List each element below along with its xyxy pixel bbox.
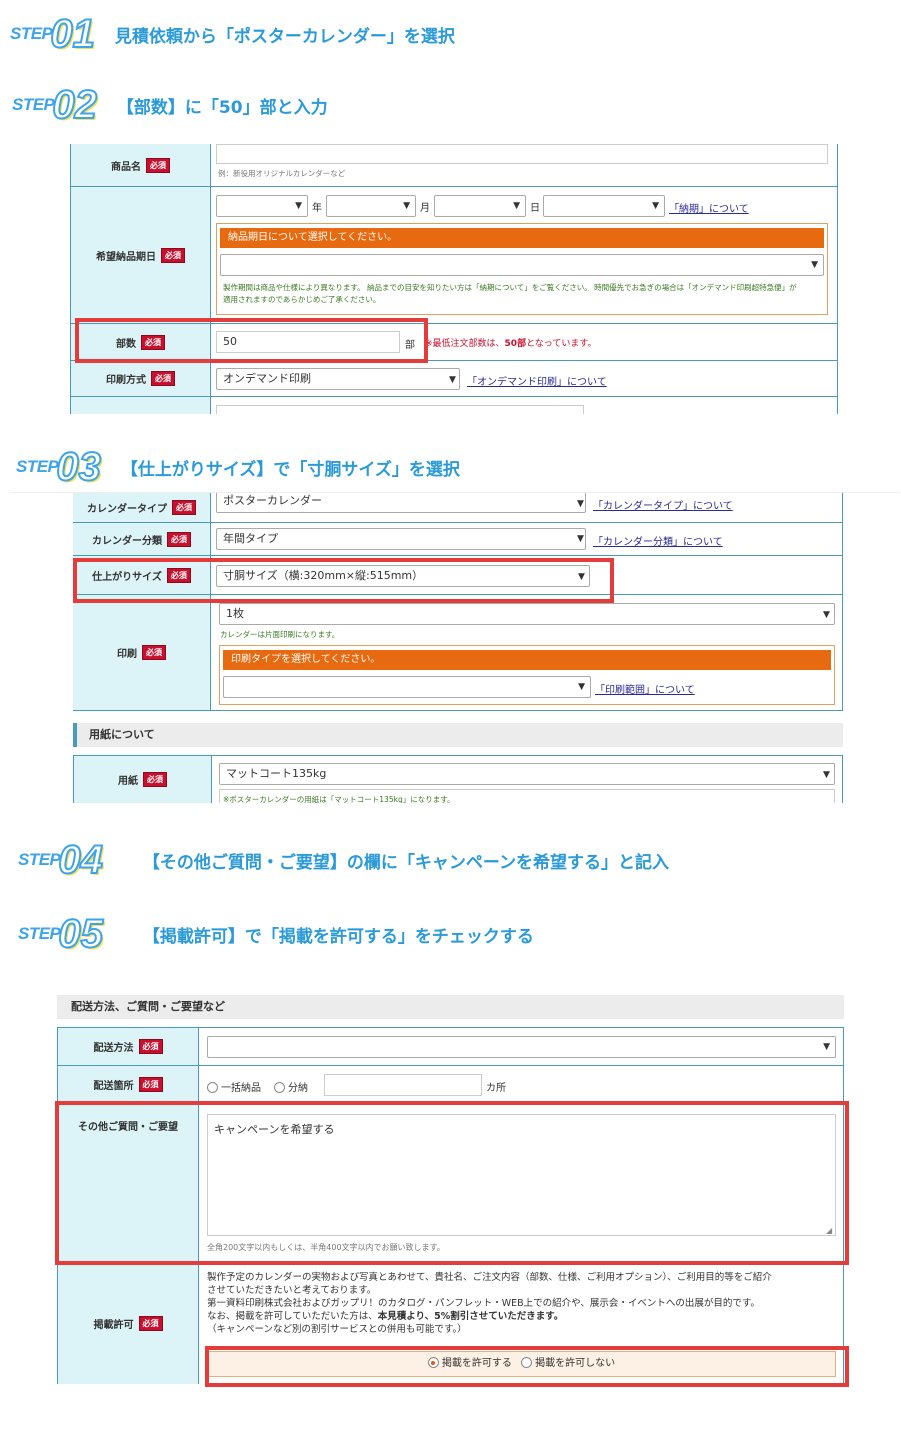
delivery-note-line2: 適用されますのであらかじめご了承ください。 (223, 295, 381, 304)
print-range-select[interactable]: ▼ (223, 676, 591, 698)
paper-note: ※ポスターカレンダーの用紙は「マットコート135kg」になります。 (223, 795, 455, 803)
radio-icon (207, 1082, 218, 1093)
delivery-date-select[interactable]: ▼ (220, 254, 824, 276)
step-5-heading: STEP 05 【掲載許可】で「掲載を許可する」をチェックする (18, 912, 534, 956)
day-label: 日 (530, 203, 540, 214)
row-shipping-destinations: 配送箇所 必須 一括納品 分納 カ所 (58, 1066, 843, 1104)
row-print-method: 印刷方式 必須 オンデマンド印刷 ▼ 「オンデマンド印刷」について (71, 361, 837, 397)
step-3-title: 【仕上がりサイズ】で「寸胴サイズ」を選択 (120, 459, 460, 480)
step-3-heading: STEP 03 【仕上がりサイズ】で「寸胴サイズ」を選択 (16, 445, 460, 489)
destination-count-input[interactable] (324, 1074, 482, 1096)
chevron-down-icon: ▼ (513, 201, 520, 211)
highlight-permission (205, 1346, 849, 1387)
paper-section-heading: 用紙について (73, 723, 843, 747)
destination-unit: カ所 (486, 1083, 506, 1094)
cut-off-row (71, 397, 211, 414)
year-label: 年 (312, 203, 322, 214)
label-permission: 掲載許可 必須 (58, 1263, 199, 1384)
form-panel-quantity: 商品名 必須 例：新役用オリジナルカレンダーなど 希望納品期日 必須 ▼ 年 ▼ 月… (70, 144, 838, 414)
chevron-down-icon: ▼ (823, 1042, 830, 1052)
step-2-word: STEP (12, 95, 55, 114)
year-select[interactable]: ▼ (216, 195, 308, 217)
chevron-down-icon: ▼ (823, 610, 830, 620)
step-5-word: STEP (18, 924, 61, 943)
step-5-number: 05 (57, 912, 103, 956)
print-note: カレンダーは片面印刷になります。 (220, 630, 340, 639)
step-2-heading: STEP 02 【部数】に「50」部と入力 (12, 83, 328, 127)
calendar-class-link[interactable]: 「カレンダー分類」について (593, 533, 723, 548)
highlight-questions (55, 1101, 849, 1265)
step-2-title: 【部数】に「50」部と入力 (116, 97, 328, 118)
calendar-type-link[interactable]: 「カレンダータイプ」について (593, 497, 733, 512)
row-calendar-class: カレンダー分類 必須 年間タイプ ▼ 「カレンダー分類」について (73, 523, 843, 556)
label-paper: 用紙 必須 (74, 756, 212, 803)
label-product-name: 商品名 必須 (71, 144, 211, 186)
radio-icon (274, 1082, 285, 1093)
row-shipping-method: 配送方法 必須 ▼ (58, 1028, 843, 1066)
print-bar: 印刷タイプを選択してください。 (223, 650, 831, 670)
calendar-class-select[interactable]: 年間タイプ (216, 528, 586, 550)
chevron-down-icon: ▼ (295, 201, 302, 211)
form-panel-size: カレンダータイプ 必須 ポスターカレンダー ▼ 「カレンダータイプ」について カレ… (73, 493, 843, 803)
print-range-link[interactable]: 「印刷範囲」について (595, 681, 695, 696)
label-calendar-type: カレンダータイプ 必須 (73, 493, 211, 522)
step-2-number: 02 (51, 83, 97, 127)
month-label: 月 (420, 203, 430, 214)
chevron-down-icon: ▼ (449, 375, 456, 385)
date-extra-select[interactable]: ▼ (543, 195, 665, 217)
delivery-note-line1: 製作期間は商品や仕様により異なります。 納品までの目安を知りたい方は「納期につい… (223, 283, 797, 292)
row-desired-date: 希望納品期日 必須 ▼ 年 ▼ 月 ▼ 日 ▼ 「納期」について 納品期日について… (71, 187, 837, 324)
step-5-title: 【掲載許可】で「掲載を許可する」をチェックする (142, 926, 534, 947)
paper-select[interactable]: マットコート135kg (219, 763, 835, 785)
label-calendar-class: カレンダー分類 必須 (73, 523, 211, 555)
step-1-number: 01 (49, 12, 95, 56)
label-desired-date: 希望納品期日 必須 (71, 187, 211, 323)
chevron-down-icon: ▼ (577, 534, 584, 544)
shipping-method-select[interactable]: ▼ (207, 1036, 836, 1058)
row-product-name: 商品名 必須 例：新役用オリジナルカレンダーなど (71, 144, 837, 187)
step-4-heading: STEP 04 【その他ご質問・ご要望】の欄に「キャンペーンを希望する」と記入 (18, 838, 670, 882)
shipping-section-heading: 配送方法、ご質問・ご要望など (57, 995, 844, 1019)
chevron-down-icon: ▼ (578, 682, 585, 692)
required-badge: 必須 (146, 157, 170, 173)
step-3-word: STEP (16, 457, 59, 476)
cut-off-input (216, 405, 584, 414)
label-shipping-destinations: 配送箇所 必須 (58, 1066, 199, 1103)
month-select[interactable]: ▼ (326, 195, 416, 217)
highlight-finish-size (73, 558, 614, 603)
day-select[interactable]: ▼ (434, 195, 526, 217)
product-name-input[interactable] (216, 144, 828, 164)
step-4-title: 【その他ご質問・ご要望】の欄に「キャンペーンを希望する」と記入 (142, 852, 670, 873)
step-3-number: 03 (55, 445, 101, 489)
step-4-word: STEP (18, 850, 61, 869)
delivery-note-box: 納品期日について選択してください。 ▼ 製作期間は商品や仕様により異なります。 … (216, 223, 828, 315)
row-calendar-type: カレンダータイプ 必須 ポスターカレンダー ▼ 「カレンダータイプ」について (73, 493, 843, 523)
print-method-select[interactable]: オンデマンド印刷 (216, 368, 460, 390)
destination-option-split[interactable]: 分納 (274, 1079, 308, 1094)
row-print: 印刷 必須 1枚 ▼ カレンダーは片面印刷になります。 印刷タイプを選択してくださ… (73, 595, 843, 711)
label-print-method: 印刷方式 必須 (71, 361, 211, 396)
delivery-bar: 納品期日について選択してください。 (220, 228, 824, 248)
step-1-word: STEP (10, 24, 53, 43)
print-note-box: 印刷タイプを選択してください。 ▼ 「印刷範囲」について (219, 645, 835, 705)
destination-option-single[interactable]: 一括納品 (207, 1079, 261, 1094)
permission-text: 製作予定のカレンダーの実物および写真とあわせて、貴社名、ご注文内容（部数、仕様、… (207, 1272, 772, 1335)
chevron-down-icon: ▼ (652, 201, 659, 211)
delivery-link[interactable]: 「納期」について (669, 200, 749, 215)
highlight-quantity (75, 318, 428, 363)
chevron-down-icon: ▼ (811, 260, 818, 270)
quantity-note: ※最低注文部数は、50部となっています。 (425, 339, 597, 349)
step-1-heading: STEP 01 見積依頼から「ポスターカレンダー」を選択 (10, 12, 455, 56)
print-method-link[interactable]: 「オンデマンド印刷」について (467, 373, 607, 388)
chevron-down-icon: ▼ (577, 499, 584, 509)
calendar-type-select[interactable]: ポスターカレンダー (216, 493, 586, 513)
step-1-title: 見積依頼から「ポスターカレンダー」を選択 (114, 26, 455, 47)
chevron-down-icon: ▼ (403, 201, 410, 211)
step-4-number: 04 (57, 838, 103, 882)
product-name-example: 例：新役用オリジナルカレンダーなど (218, 169, 346, 178)
label-shipping-method: 配送方法 必須 (58, 1028, 199, 1065)
label-print: 印刷 必須 (73, 595, 211, 710)
print-select[interactable]: 1枚 (219, 603, 835, 625)
chevron-down-icon: ▼ (823, 770, 830, 780)
